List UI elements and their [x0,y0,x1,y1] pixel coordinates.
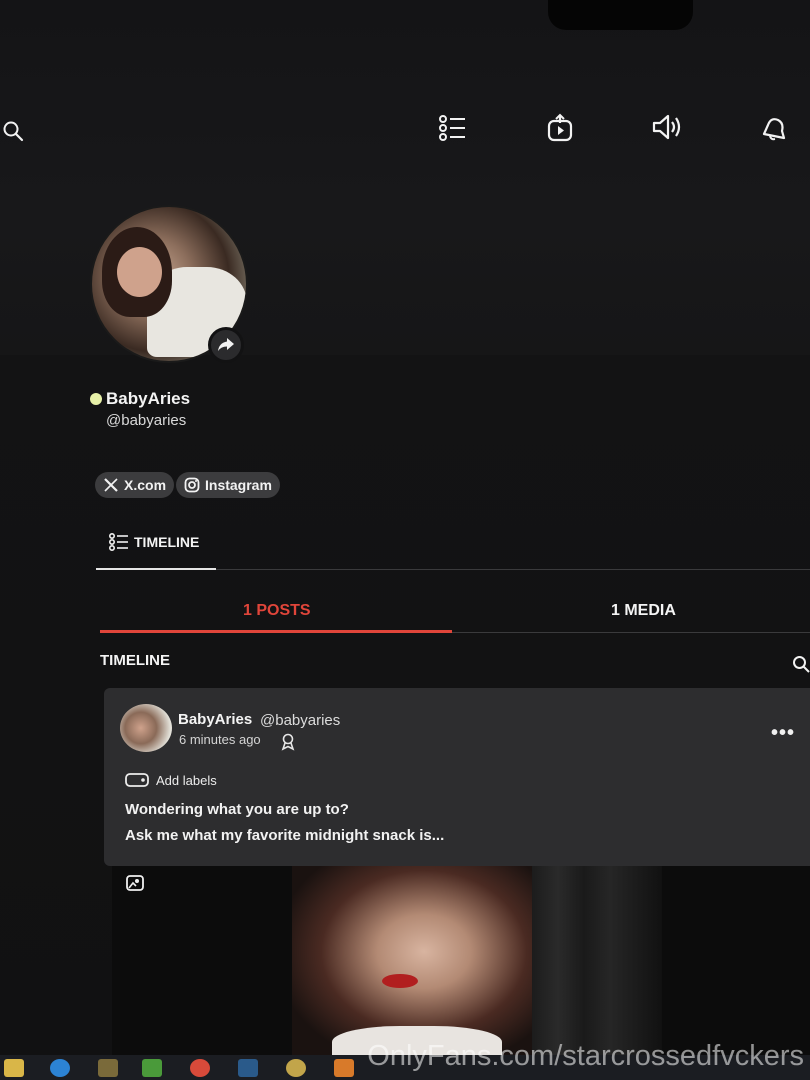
timeline-section-title: TIMELINE [100,652,170,669]
label-tag-icon [125,773,149,787]
profile-display-name: BabyAries [106,389,191,408]
tab-active-underline [96,568,216,570]
x-logo-icon [104,478,118,492]
media-photo-detail [382,974,418,988]
tab-timeline[interactable]: TIMELINE [108,532,199,552]
avatar-photo-detail [117,247,162,297]
post-media-photo [292,866,532,1056]
volume-icon[interactable] [651,112,685,142]
add-labels-button[interactable]: Add labels [125,772,217,788]
post-author-name[interactable]: BabyAries [178,711,252,728]
post-text-line: Wondering what you are up to? [125,801,349,818]
instagram-link-chip[interactable]: Instagram [176,472,280,498]
x-link-label: X.com [124,477,167,493]
subtab-posts[interactable]: 1 POSTS [243,602,311,620]
image-icon [126,875,144,896]
post-media[interactable] [112,866,810,1056]
file-explorer-icon[interactable] [4,1059,24,1077]
minecraft-icon[interactable] [142,1059,162,1077]
chrome-icon[interactable] [190,1059,210,1077]
app-icon[interactable] [98,1059,118,1077]
timeline-search-icon[interactable] [792,655,810,678]
share-box-icon[interactable] [546,113,574,143]
share-arrow-icon [218,338,234,351]
post-more-button[interactable]: ••• [771,722,795,745]
steam-icon[interactable] [238,1059,258,1077]
tab-timeline-label: TIMELINE [134,534,200,550]
profile-handle: @babyaries [106,412,187,429]
ribbon-icon [280,733,296,756]
app-icon[interactable] [334,1059,354,1077]
instagram-icon [184,477,200,493]
post-author-avatar[interactable] [120,704,172,752]
app-icon[interactable] [286,1059,306,1077]
instagram-link-label: Instagram [205,477,272,493]
share-profile-button[interactable] [208,327,244,363]
subtab-divider [452,632,810,633]
online-status-dot [90,393,102,405]
list-icon [108,532,128,552]
post-text-line: Ask me what my favorite midnight snack i… [125,827,445,844]
tab-divider [216,569,810,570]
watermark-text: OnlyFans.com/starcrossedfvckers [367,1040,804,1072]
list-icon[interactable] [438,114,468,142]
subtab-media[interactable]: 1 MEDIA [611,602,676,620]
monitor-camera-bezel [548,0,693,30]
post-timestamp[interactable]: 6 minutes ago [179,732,261,747]
subtab-active-underline [100,630,452,633]
media-photo-detail [532,866,662,1056]
post-author-handle[interactable]: @babyaries [260,712,340,729]
add-labels-label: Add labels [156,772,217,788]
x-link-chip[interactable]: X.com [95,472,175,498]
search-icon[interactable] [2,120,24,142]
edge-browser-icon[interactable] [50,1059,70,1077]
bell-icon[interactable] [758,112,790,142]
